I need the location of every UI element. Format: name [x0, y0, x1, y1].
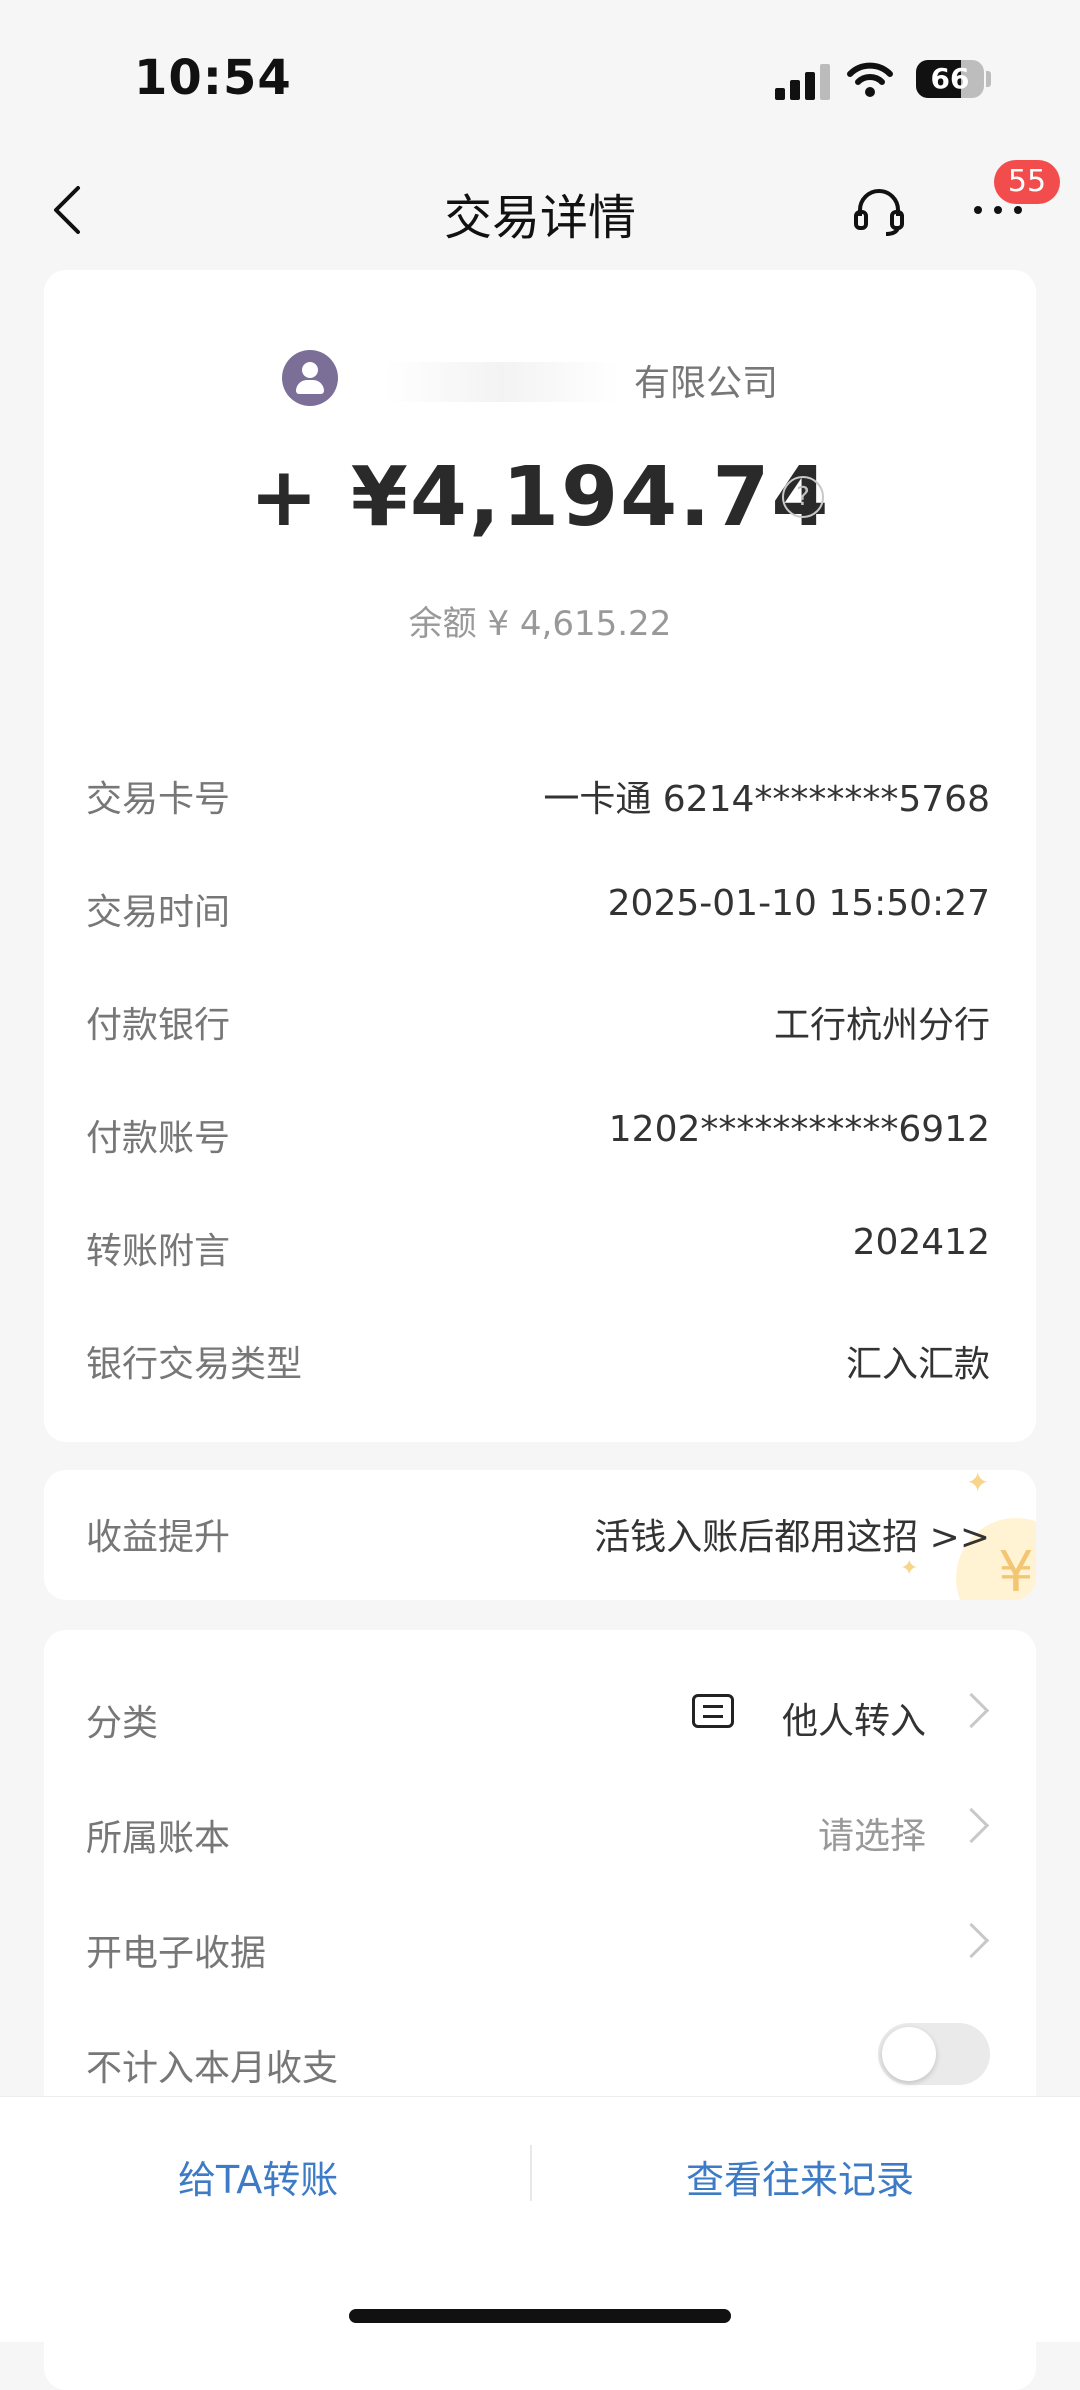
chevron-right-icon [953, 1922, 990, 1959]
e-receipt-label: 开电子收据 [86, 1933, 267, 1974]
bottom-action-bar: 给TA转账 查看往来记录 [0, 2096, 1080, 2342]
notification-badge: 55 [994, 160, 1060, 204]
ledger-row[interactable]: 所属账本 请选择 [86, 1793, 990, 1863]
account-balance: 余额 ¥ 4,615.22 [408, 604, 672, 644]
detail-row-payer-bank: 付款银行 工行杭州分行 [86, 988, 990, 1048]
detail-row-transaction-type: 银行交易类型 汇入汇款 [86, 1327, 990, 1387]
battery-level: 66 [930, 62, 970, 95]
payer-info: 有限公司 [44, 348, 1036, 408]
promo-link[interactable]: 活钱入账后都用这招 >> [594, 1508, 990, 1560]
transfer-to-ta-button[interactable]: 给TA转账 [178, 2149, 338, 2204]
detail-label: 交易时间 [86, 892, 231, 933]
e-receipt-row[interactable]: 开电子收据 [86, 1908, 990, 1978]
exclude-monthly-row: 不计入本月收支 [86, 2023, 990, 2093]
detail-value: 一卡通 6214********5768 [543, 779, 990, 820]
payer-name: 有限公司 [634, 363, 779, 404]
view-history-button[interactable]: 查看往来记录 [686, 2149, 914, 2204]
detail-label: 付款银行 [86, 1005, 231, 1046]
chevron-right-icon [953, 1692, 990, 1729]
detail-value: 工行杭州分行 [773, 1005, 990, 1046]
exclude-monthly-toggle[interactable] [878, 2023, 990, 2085]
detail-label: 交易卡号 [86, 779, 231, 820]
transfer-category-icon [692, 1694, 734, 1728]
promo-label: 收益提升 [86, 1517, 231, 1558]
detail-row-card-number: 交易卡号 一卡通 6214********5768 [86, 762, 990, 822]
ledger-label: 所属账本 [86, 1818, 231, 1859]
promo-banner[interactable]: ¥ ✦ ✦ 收益提升 活钱入账后都用这招 >> [44, 1470, 1036, 1600]
help-icon[interactable]: ? [782, 476, 824, 518]
transaction-amount: + ¥4,194.74 [249, 450, 831, 545]
transaction-summary-card: 有限公司 + ¥4,194.74 ? 余额 ¥ 4,615.22 交易卡号 一卡… [44, 270, 1036, 1442]
battery-tip [986, 71, 991, 87]
wifi-icon [847, 62, 893, 97]
detail-row-payer-account: 付款账号 1202***********6912 [86, 1101, 990, 1161]
redacted-payer-name [384, 362, 619, 402]
status-bar: 10:54 66 [0, 0, 1080, 150]
category-row[interactable]: 分类 他人转入 [86, 1678, 990, 1748]
home-indicator [349, 2309, 731, 2323]
detail-row-memo: 转账附言 202412 [86, 1214, 990, 1274]
category-label: 分类 [86, 1703, 159, 1744]
detail-label: 付款账号 [86, 1118, 231, 1159]
divider [530, 2145, 532, 2201]
detail-value: 1202***********6912 [608, 1109, 990, 1150]
status-time: 10:54 [134, 50, 292, 106]
chevron-right-icon [953, 1807, 990, 1844]
nav-bar: 交易详情 55 [0, 150, 1080, 270]
amount-section: + ¥4,194.74 [44, 450, 1036, 545]
exclude-monthly-label: 不计入本月收支 [86, 2048, 339, 2089]
page-title: 交易详情 [443, 190, 636, 246]
detail-value: 2025-01-10 15:50:27 [607, 883, 990, 924]
ledger-value: 请选择 [817, 1816, 926, 1857]
sparkle-icon: ✦ [966, 1470, 990, 1499]
customer-service-icon[interactable] [852, 184, 906, 238]
detail-value: 202412 [852, 1222, 990, 1263]
detail-label: 转账附言 [86, 1231, 231, 1272]
detail-value: 汇入汇款 [845, 1344, 990, 1385]
avatar [282, 350, 338, 406]
detail-label: 银行交易类型 [86, 1344, 303, 1385]
cellular-signal-icon [775, 62, 831, 100]
detail-row-time: 交易时间 2025-01-10 15:50:27 [86, 875, 990, 935]
category-value: 他人转入 [781, 1701, 926, 1742]
battery-icon: 66 [916, 60, 984, 98]
